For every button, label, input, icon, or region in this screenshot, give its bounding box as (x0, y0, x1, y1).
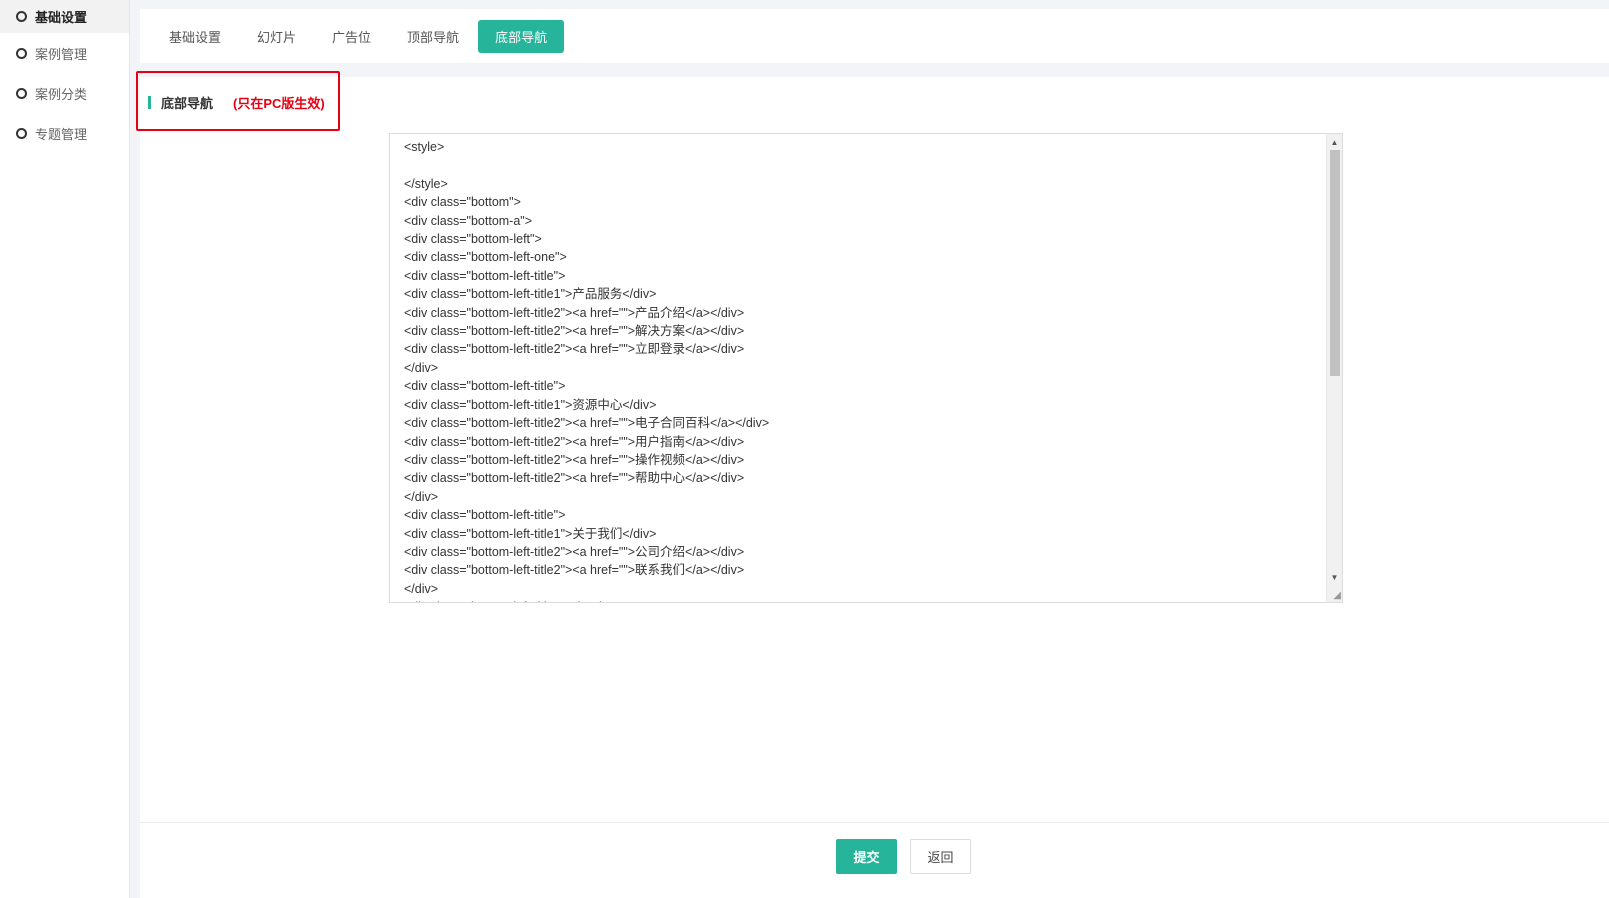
resize-grip-icon[interactable]: ◢ (1329, 589, 1341, 601)
tab-slideshow[interactable]: 幻灯片 (240, 20, 313, 53)
code-line: <div class="bottom-left-title2"><a href=… (404, 324, 745, 339)
code-line: <div class="bottom-left-title" style="lo… (404, 598, 1324, 602)
code-line: <div class="bottom"> (404, 195, 521, 210)
ring-icon (16, 87, 27, 99)
code-line: </div> (404, 489, 439, 504)
triangle-up-icon[interactable]: ▲ (1327, 135, 1342, 149)
ring-icon (16, 127, 27, 139)
code-line: <div class="bottom-left-title"> (404, 379, 566, 394)
ring-icon (16, 11, 27, 22)
sidebar-item-label: 专题管理 (35, 126, 88, 142)
form-footer: 提交 返回 (140, 822, 1609, 898)
tab-top-nav[interactable]: 顶部导航 (390, 20, 476, 53)
code-content[interactable]: <style> </style> <div class="bottom"> <div… (404, 138, 1324, 602)
tab-bottom-nav[interactable]: 底部导航 (478, 19, 565, 53)
scroll-thumb[interactable] (1330, 150, 1340, 376)
triangle-down-icon[interactable]: ▼ (1327, 570, 1342, 584)
section-header: 底部导航 (只在PC版生效) (148, 93, 325, 112)
sidebar-item-case-management[interactable]: 案例管理 (0, 33, 129, 73)
code-line: <div class="bottom-left-title1">关于我们</di… (404, 526, 657, 541)
code-line: <div class="bottom-left-one"> (404, 250, 567, 265)
code-line: <style> (404, 140, 445, 154)
code-line: <div class="bottom-left-title2"><a href=… (404, 342, 745, 357)
code-line: <div class="bottom-left-title2"><a href=… (404, 434, 745, 449)
submit-button[interactable]: 提交 (836, 839, 897, 874)
ring-icon (16, 47, 27, 59)
code-line: <div class="bottom-left-title"> (404, 268, 566, 283)
code-line: <div class="bottom-left-title1">产品服务</di… (404, 287, 657, 302)
section-title: 底部导航 (161, 96, 214, 111)
sidebar-item-label: 基础设置 (35, 10, 88, 25)
tab-basic-settings[interactable]: 基础设置 (152, 20, 238, 53)
tab-ad-slots[interactable]: 广告位 (315, 20, 388, 53)
back-button[interactable]: 返回 (910, 839, 971, 874)
code-line: <div class="bottom-left-title2"><a href=… (404, 452, 745, 467)
code-line: </div> (404, 581, 439, 596)
sidebar-item-case-category[interactable]: 案例分类 (0, 73, 129, 113)
code-line: <div class="bottom-left-title1">资源中心</di… (404, 397, 657, 412)
sidebar-item-label: 案例分类 (35, 86, 88, 102)
code-textarea[interactable]: <style> </style> <div class="bottom"> <div… (389, 133, 1343, 603)
code-line: <div class="bottom-left-title2"><a href=… (404, 416, 770, 431)
code-line: <div class="bottom-left-title2"><a href=… (404, 544, 745, 559)
tab-bar: 基础设置 幻灯片 广告位 顶部导航 底部导航 (140, 9, 1609, 63)
vertical-scrollbar[interactable]: ▲ ▼ (1326, 134, 1342, 602)
code-line: </style> (404, 176, 448, 191)
sidebar-item-topic-management[interactable]: 专题管理 (0, 113, 129, 153)
code-line: <div class="bottom-a"> (404, 213, 533, 228)
code-line: <div class="bottom-left-title2"><a href=… (404, 471, 745, 486)
section-note: (只在PC版生效) (233, 96, 325, 111)
code-line: <div class="bottom-left-title2"><a href=… (404, 305, 745, 320)
sidebar-item-basic-settings[interactable]: 基础设置 (0, 0, 129, 33)
code-line: <div class="bottom-left-title2"><a href=… (404, 563, 745, 578)
sidebar-item-label: 案例管理 (35, 46, 88, 62)
content-panel: 底部导航 (只在PC版生效) <style> </style> <div clas… (136, 71, 1609, 822)
code-line: <div class="bottom-left-title"> (404, 508, 566, 523)
code-line: </div> (404, 360, 439, 375)
accent-bar (148, 96, 151, 109)
sidebar: 基础设置 案例管理 案例分类 专题管理 (0, 0, 130, 898)
code-line: <div class="bottom-left"> (404, 232, 542, 247)
